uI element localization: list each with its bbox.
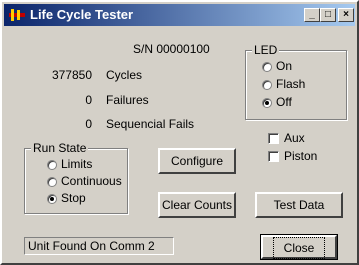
title-bar[interactable]: Life Cycle Tester _ □ × [4,4,355,26]
aux-checkbox[interactable]: Aux [268,131,305,145]
radio-icon [47,177,57,187]
run-state-group: Run State Limits Continuous Stop [24,141,128,214]
aux-label: Aux [284,131,305,145]
radio-selected-icon [262,98,272,108]
led-on-label: On [276,59,293,73]
led-flash-label: Flash [276,77,306,91]
led-group-title: LED [252,43,280,57]
close-icon: × [343,9,349,20]
maximize-button[interactable]: □ [320,8,336,22]
clear-counts-button[interactable]: Clear Counts [158,192,236,218]
radio-selected-icon [47,194,57,204]
radio-icon [262,62,272,72]
checkbox-icon [268,133,279,144]
radio-icon [47,160,57,170]
maximize-icon: □ [324,9,332,20]
run-state-limits-label: Limits [61,157,93,171]
cycles-value: 377850 [51,68,92,82]
radio-icon [262,80,272,90]
run-state-continuous-label: Continuous [61,174,122,188]
minimize-button[interactable]: _ [304,8,320,22]
life-cycle-tester-window: Life Cycle Tester _ □ × S/N 00000100 377… [0,0,359,265]
close-button[interactable]: Close [260,234,338,260]
status-text: Unit Found On Comm 2 [28,239,155,253]
app-icon [9,9,25,21]
status-field: Unit Found On Comm 2 [24,237,174,255]
run-state-continuous-radio[interactable]: Continuous [47,174,122,188]
window-title: Life Cycle Tester [30,7,134,22]
close-window-button[interactable]: × [338,8,354,22]
led-group: LED On Flash Off [245,43,347,120]
piston-checkbox[interactable]: Piston [268,149,317,163]
led-off-radio[interactable]: Off [262,95,292,109]
led-flash-radio[interactable]: Flash [262,77,305,91]
test-data-button[interactable]: Test Data [255,192,343,218]
sequencial-fails-value: 0 [85,117,92,131]
configure-button-label: Configure [170,154,224,168]
checkbox-icon [268,151,279,162]
configure-button[interactable]: Configure [158,148,236,174]
failures-label: Failures [106,93,149,107]
led-on-radio[interactable]: On [262,59,292,73]
clear-counts-button-label: Clear Counts [161,198,233,212]
led-off-label: Off [276,95,292,109]
close-button-label: Close [272,237,326,259]
minimize-icon: _ [309,9,315,20]
failures-value: 0 [85,93,92,107]
run-state-stop-label: Stop [61,191,86,205]
test-data-button-label: Test Data [273,198,325,212]
run-state-limits-radio[interactable]: Limits [47,157,92,171]
sequencial-fails-label: Sequencial Fails [106,117,195,131]
run-state-group-title: Run State [31,141,89,155]
run-state-stop-radio[interactable]: Stop [47,191,86,205]
serial-number: S/N 00000100 [133,42,210,56]
cycles-label: Cycles [106,68,143,82]
piston-label: Piston [284,149,318,163]
